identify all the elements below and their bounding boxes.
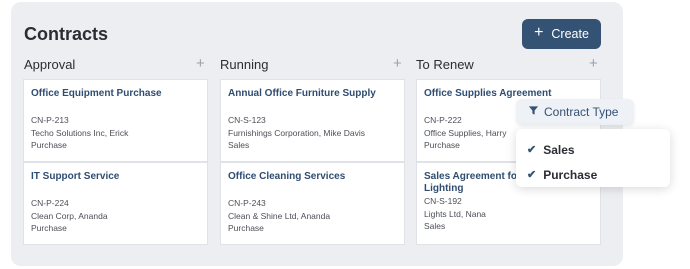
page-title: Contracts [24,24,109,44]
check-icon: ✔ [527,144,537,156]
filter-option-label: Sales [543,142,575,157]
contract-type-dropdown: ✔ Sales ✔ Purchase [516,129,670,187]
contract-title: IT Support Service [31,171,120,182]
contract-id: CN-P-213 [31,115,69,125]
contract-type: Purchase [31,140,67,150]
contract-party: Clean & Shine Ltd, Ananda [228,210,331,221]
contract-title: Office Equipment Purchase [31,88,162,99]
column-header-running: Running [220,57,269,72]
contract-party: Clean Corp, Ananda [31,210,108,221]
contract-title: Office Cleaning Services [228,171,346,182]
contract-id: CN-P-243 [228,198,266,208]
contract-card[interactable]: Office Cleaning Services CN-P-243 Clean … [220,162,405,245]
contract-card[interactable]: IT Support Service CN-P-224 Clean Corp, … [23,162,208,245]
contract-party: Techo Solutions Inc, Erick [31,127,129,138]
check-icon: ✔ [527,169,537,181]
plus-icon: + [534,24,544,41]
add-card-approval-icon[interactable]: + [196,55,205,72]
contract-type: Purchase [31,223,67,233]
contract-id: CN-S-123 [228,115,266,125]
filter-label: Contract Type [544,105,619,119]
column-header-approval: Approval [24,57,76,72]
add-card-to-renew-icon[interactable]: + [589,55,598,72]
contract-card[interactable]: Office Equipment Purchase CN-P-213 Techo… [23,79,208,162]
contract-id: CN-S-192 [424,196,462,206]
create-button-label: Create [551,27,589,41]
contract-card[interactable]: Annual Office Furniture Supply CN-S-123 … [220,79,405,162]
contract-type-filter-button[interactable]: Contract Type [516,99,634,125]
filter-option-sales[interactable]: ✔ Sales [527,137,670,162]
filter-option-purchase[interactable]: ✔ Purchase [527,162,670,187]
column-header-to-renew: To Renew [416,57,474,72]
funnel-icon [528,105,539,119]
add-card-running-icon[interactable]: + [393,55,402,72]
contract-party: Lights Ltd, Nana [424,208,486,219]
contract-type: Sales [424,221,446,231]
contract-type: Sales [228,140,250,150]
contract-type: Purchase [228,223,264,233]
contract-title: Annual Office Furniture Supply [228,88,376,99]
contract-id: CN-P-224 [31,198,69,208]
filter-option-label: Purchase [543,167,598,182]
contract-party: Furnishings Corporation, Mike Davis [228,127,365,138]
create-button[interactable]: + Create [522,19,601,49]
